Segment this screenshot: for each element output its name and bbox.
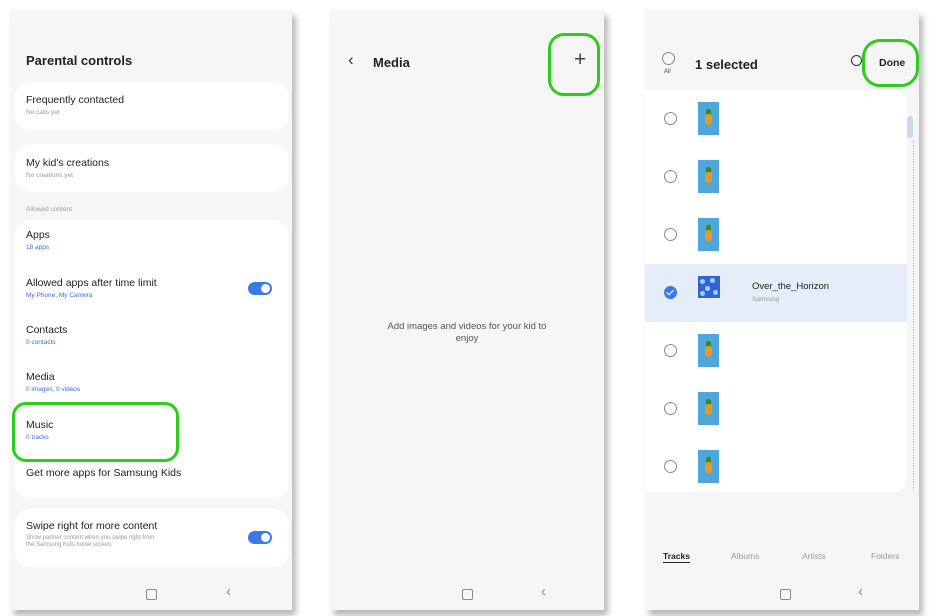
media-title: Media [26, 371, 55, 383]
back-icon[interactable]: ‹ [858, 583, 863, 600]
navigation-bar: ‹ [330, 580, 604, 610]
add-highlight-annotation [548, 33, 600, 96]
empty-state-line2: enjoy [455, 333, 479, 344]
tab-folders[interactable]: Folders [871, 551, 899, 561]
track-radio[interactable] [664, 228, 677, 241]
navigation-bar: ‹ [10, 580, 292, 610]
track-title: Over_the_Horizon [752, 281, 830, 292]
media-item[interactable]: Media 0 images, 0 videos [26, 371, 226, 393]
kids-creations-title: My kid's creations [26, 157, 110, 169]
track-artist: Samsung [752, 296, 780, 303]
selection-count: 1 selected [695, 57, 758, 72]
list-item-selected[interactable]: Over_the_Horizon Samsung [645, 264, 907, 322]
track-radio[interactable] [664, 170, 677, 183]
contacts-title: Contacts [26, 324, 68, 336]
track-thumbnail [698, 160, 719, 193]
track-list: Over_the_Horizon Samsung [645, 90, 907, 492]
list-item[interactable] [645, 322, 907, 380]
allowed-after-limit-title: Allowed apps after time limit [26, 277, 157, 289]
music-highlight-annotation [12, 402, 179, 462]
track-thumbnail [698, 218, 719, 251]
frequently-contacted-title: Frequently contacted [26, 94, 125, 106]
swipe-title: Swipe right for more content [26, 520, 158, 532]
apps-title: Apps [26, 229, 50, 241]
page-title: Media [373, 55, 410, 70]
navigation-bar: ‹ [645, 580, 919, 610]
album-art [698, 276, 720, 298]
home-icon[interactable] [146, 589, 157, 600]
empty-state-message: Add images and videos for your kid to en… [360, 321, 574, 345]
back-icon[interactable]: ‹ [226, 583, 231, 600]
select-all-label: All [664, 69, 671, 75]
contacts-subtitle: 0 contacts [26, 339, 56, 346]
media-screen: ‹ Media + Add images and videos for your… [330, 10, 604, 610]
home-icon[interactable] [780, 589, 791, 600]
get-more-apps-item[interactable]: Get more apps for Samsung Kids [26, 467, 226, 479]
list-item[interactable] [645, 206, 907, 264]
back-icon[interactable]: ‹ [541, 583, 546, 600]
home-icon[interactable] [462, 589, 473, 600]
track-thumbnail [698, 334, 719, 367]
swipe-subtitle-line1: Show partner content when you swipe righ… [26, 535, 155, 541]
tab-albums[interactable]: Albums [731, 551, 759, 561]
done-highlight-annotation [862, 39, 919, 87]
swipe-item[interactable]: Swipe right for more content Show partne… [26, 520, 226, 548]
track-thumbnail [698, 102, 719, 135]
page-title: Parental controls [26, 53, 133, 68]
contacts-item[interactable]: Contacts 0 contacts [26, 324, 226, 346]
list-item[interactable] [645, 90, 907, 148]
get-more-apps-title: Get more apps for Samsung Kids [26, 467, 182, 479]
select-all-radio[interactable] [662, 52, 675, 65]
list-item[interactable] [645, 148, 907, 206]
list-item[interactable] [645, 380, 907, 438]
kids-creations-subtitle: No creations yet [26, 172, 73, 179]
allowed-after-limit-toggle[interactable] [248, 282, 272, 295]
media-subtitle: 0 images, 0 videos [26, 386, 81, 393]
track-radio[interactable] [664, 344, 677, 357]
allowed-after-limit-subtitle: My Phone, My Camera [26, 292, 93, 299]
empty-state-line1: Add images and videos for your kid to [387, 321, 547, 332]
apps-subtitle: 18 apps [26, 244, 50, 251]
back-chevron-icon[interactable]: ‹ [348, 50, 354, 70]
allowed-after-limit-item[interactable]: Allowed apps after time limit My Phone, … [26, 277, 226, 299]
scrollbar-thumb[interactable] [907, 116, 913, 138]
list-item[interactable] [645, 438, 907, 496]
section-header: Allowed content [26, 206, 72, 213]
parental-controls-screen: Parental controls Frequently contacted N… [10, 10, 292, 610]
track-thumbnail [698, 392, 719, 425]
search-icon[interactable] [851, 55, 862, 66]
track-radio-checked[interactable] [664, 286, 677, 299]
tab-artists[interactable]: Artists [802, 551, 826, 561]
swipe-subtitle-line2: the Samsung Kids home screen. [26, 542, 113, 548]
track-radio[interactable] [664, 112, 677, 125]
track-radio[interactable] [664, 402, 677, 415]
apps-item[interactable]: Apps 18 apps [26, 229, 226, 251]
kids-creations-card[interactable]: My kid's creations No creations yet [15, 144, 289, 192]
music-picker-screen: All 1 selected Done Over_the_Horizon Sam… [645, 10, 919, 610]
track-thumbnail [698, 450, 719, 483]
tab-tracks[interactable]: Tracks [663, 551, 690, 561]
scrollbar-track[interactable] [913, 140, 915, 490]
swipe-toggle[interactable] [248, 531, 272, 544]
track-radio[interactable] [664, 460, 677, 473]
frequently-contacted-subtitle: No calls yet [26, 109, 60, 116]
frequently-contacted-card[interactable]: Frequently contacted No calls yet [15, 82, 289, 130]
